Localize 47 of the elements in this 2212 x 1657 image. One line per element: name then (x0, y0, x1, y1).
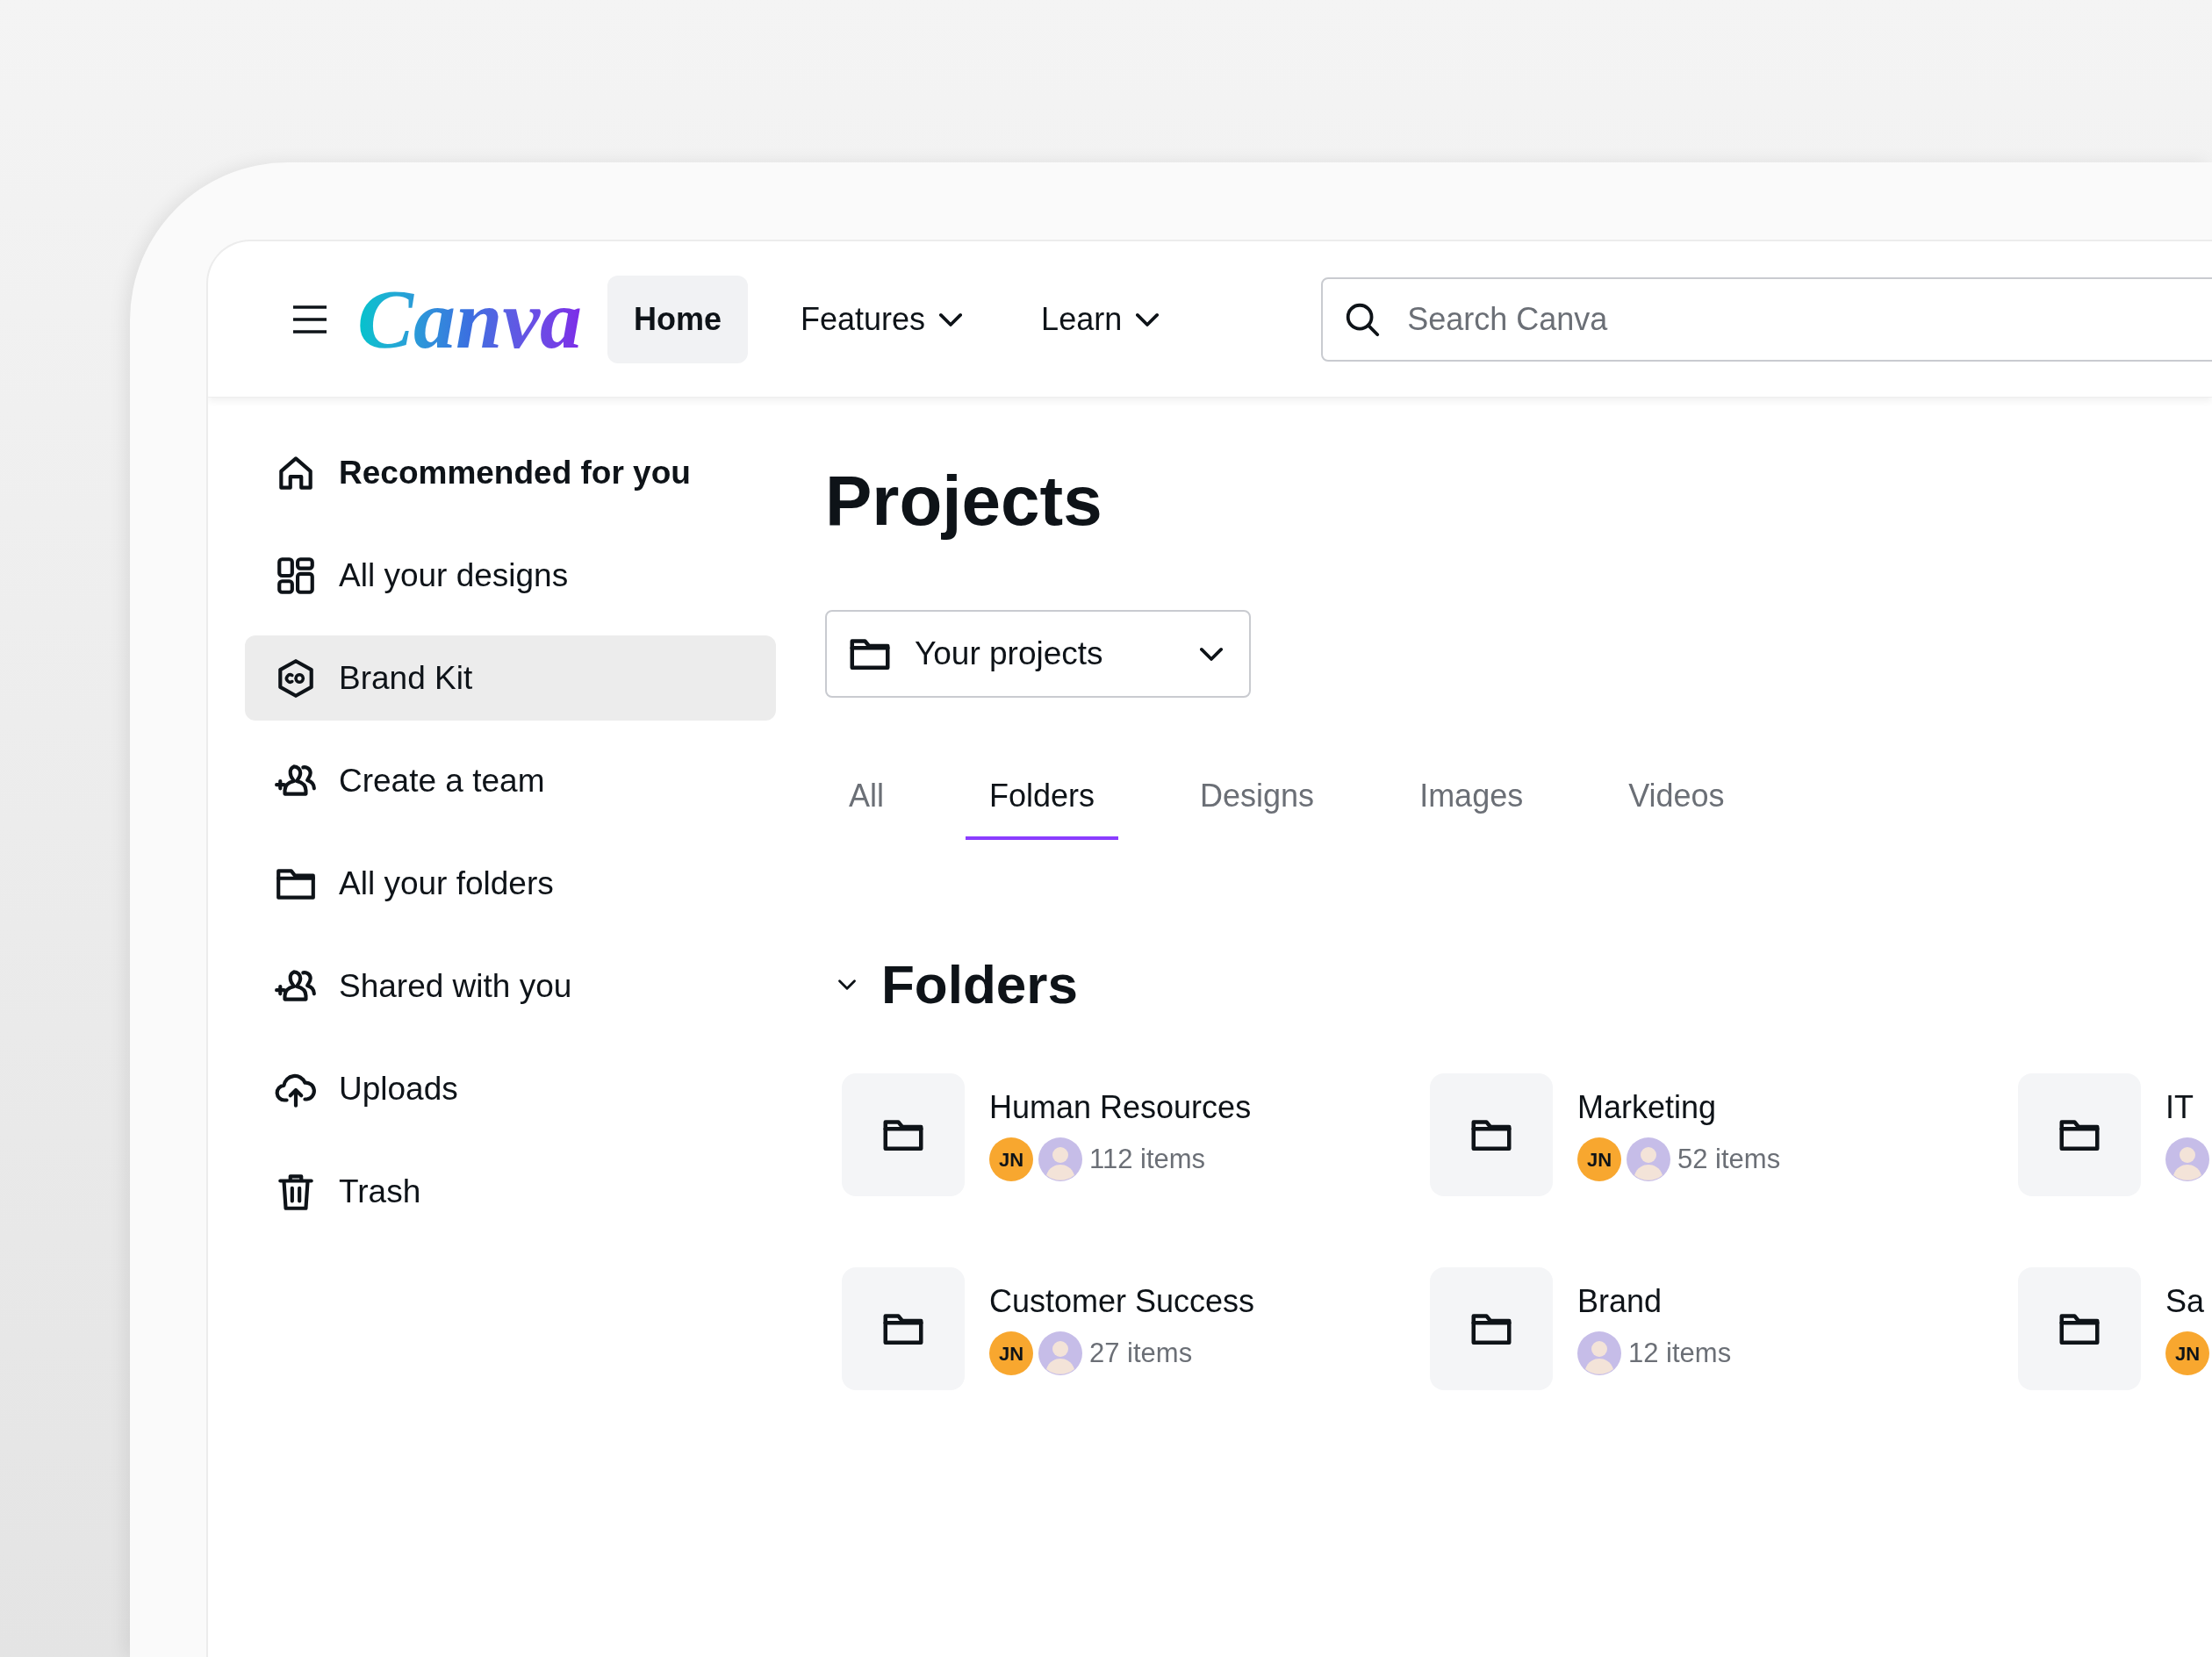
sidebar-item[interactable]: Create a team (245, 738, 776, 823)
folder-tile[interactable] (842, 1267, 965, 1390)
folder-name[interactable]: Brand (1577, 1282, 1732, 1321)
nav-item[interactable]: Learn (1015, 275, 1186, 363)
item-count: 112 items (1089, 1142, 1206, 1176)
sidebar-item[interactable]: Shared with you (245, 943, 776, 1029)
sidebar-item[interactable]: All your folders (245, 841, 776, 926)
tab[interactable]: Videos (1605, 756, 1749, 840)
item-count: 52 items (1677, 1142, 1781, 1176)
sidebar-item[interactable]: All your designs (245, 533, 776, 618)
avatar-silhouette-icon (1627, 1137, 1670, 1181)
folder-tile[interactable] (1430, 1267, 1553, 1390)
sidebar-item[interactable]: Uploads (245, 1046, 776, 1131)
sidebar-item[interactable]: Trash (245, 1149, 776, 1234)
avatar-silhouette-icon (2165, 1137, 2209, 1181)
avatar: JN (2165, 1331, 2209, 1375)
tab[interactable]: Designs (1176, 756, 1339, 840)
tab[interactable]: All (825, 756, 908, 840)
menu-icon[interactable] (291, 304, 328, 334)
tab[interactable]: Images (1396, 756, 1548, 840)
folder-name[interactable]: IT (2165, 1088, 2209, 1127)
item-count: 12 items (1628, 1336, 1732, 1370)
avatar: JN (989, 1331, 1033, 1375)
avatar: JN (1577, 1137, 1621, 1181)
folder-name[interactable]: Human Resources (989, 1088, 1252, 1127)
tab[interactable]: Folders (966, 756, 1119, 840)
folder-tile[interactable] (2018, 1267, 2141, 1390)
chevron-down-icon (1200, 647, 1223, 661)
avatar: JN (989, 1137, 1033, 1181)
folder-tile[interactable] (842, 1073, 965, 1196)
folder-name[interactable]: Customer Success (989, 1282, 1255, 1321)
avatar-silhouette-icon (1038, 1137, 1082, 1181)
folder-name[interactable]: Marketing (1577, 1088, 1781, 1127)
sidebar-item[interactable]: Recommended for you (245, 430, 776, 515)
project-dropdown[interactable]: Your projects (825, 610, 1251, 698)
search-field[interactable]: Search Canva (1321, 276, 2212, 362)
page-title: Projects (825, 461, 1103, 542)
nav-item[interactable]: Features (774, 275, 989, 363)
folder-tile[interactable] (2018, 1073, 2141, 1196)
item-count: 27 items (1089, 1336, 1193, 1370)
avatar-silhouette-icon (1577, 1331, 1621, 1375)
folder-name[interactable]: Sa (2165, 1282, 2209, 1321)
nav-item[interactable]: Home (607, 275, 749, 363)
sidebar-item[interactable]: Brand Kit (245, 635, 776, 721)
avatar-silhouette-icon (1038, 1331, 1082, 1375)
folder-tile[interactable] (1430, 1073, 1553, 1196)
section-title: Folders (881, 953, 1078, 1016)
